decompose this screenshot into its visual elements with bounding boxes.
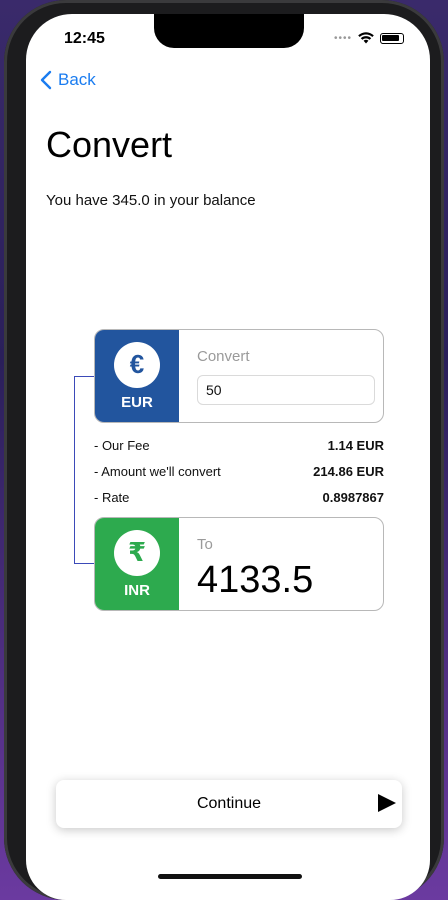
to-currency-selector[interactable]: ₹ INR bbox=[95, 518, 179, 610]
from-currency-code: EUR bbox=[121, 393, 153, 411]
play-icon bbox=[378, 794, 396, 812]
detail-row-rate: - Rate 0.8987867 bbox=[94, 484, 384, 510]
app-screen: 12:45 •••• Back Convert You have 345.0 i… bbox=[26, 14, 430, 900]
home-indicator bbox=[158, 874, 302, 879]
to-currency-code: INR bbox=[124, 581, 150, 599]
detail-value: 0.8987867 bbox=[322, 489, 384, 505]
wifi-icon bbox=[358, 32, 374, 44]
detail-row-fee: - Our Fee 1.14 EUR bbox=[94, 432, 384, 458]
continue-button[interactable]: Continue bbox=[56, 780, 402, 828]
converted-amount: 4133.5 bbox=[197, 559, 314, 601]
chevron-left-icon bbox=[40, 70, 52, 90]
detail-row-amount: - Amount we'll convert 214.86 EUR bbox=[94, 458, 384, 484]
detail-value: 214.86 EUR bbox=[313, 463, 384, 479]
notch bbox=[154, 14, 304, 48]
currency-connector-line bbox=[74, 376, 94, 564]
battery-icon bbox=[380, 32, 404, 44]
continue-label: Continue bbox=[196, 795, 262, 812]
conversion-details: - Our Fee 1.14 EUR - Amount we'll conver… bbox=[94, 432, 384, 510]
status-time: 12:45 bbox=[64, 30, 105, 47]
to-card-body: To 4133.5 bbox=[179, 518, 383, 610]
euro-icon: € bbox=[114, 341, 160, 388]
from-currency-card: € EUR Convert bbox=[94, 329, 384, 423]
from-label: Convert bbox=[197, 348, 250, 365]
to-label: To bbox=[197, 536, 213, 553]
detail-label: - Our Fee bbox=[94, 437, 150, 453]
signal-icon: •••• bbox=[333, 32, 352, 44]
back-label: Back bbox=[58, 70, 96, 89]
to-currency-card: ₹ INR To 4133.5 bbox=[94, 517, 384, 611]
detail-label: - Amount we'll convert bbox=[94, 463, 221, 479]
detail-label: - Rate bbox=[94, 489, 130, 505]
page-title: Convert bbox=[46, 124, 173, 165]
detail-value: 1.14 EUR bbox=[327, 437, 384, 453]
rupee-icon: ₹ bbox=[114, 529, 160, 576]
amount-input[interactable] bbox=[197, 375, 375, 405]
phone-frame: 12:45 •••• Back Convert You have 345.0 i… bbox=[4, 0, 444, 900]
back-button[interactable]: Back bbox=[40, 70, 96, 90]
from-currency-selector[interactable]: € EUR bbox=[95, 330, 179, 422]
from-card-body: Convert bbox=[179, 330, 383, 422]
status-icons: •••• bbox=[334, 32, 404, 44]
balance-text: You have 345.0 in your balance bbox=[46, 192, 256, 209]
